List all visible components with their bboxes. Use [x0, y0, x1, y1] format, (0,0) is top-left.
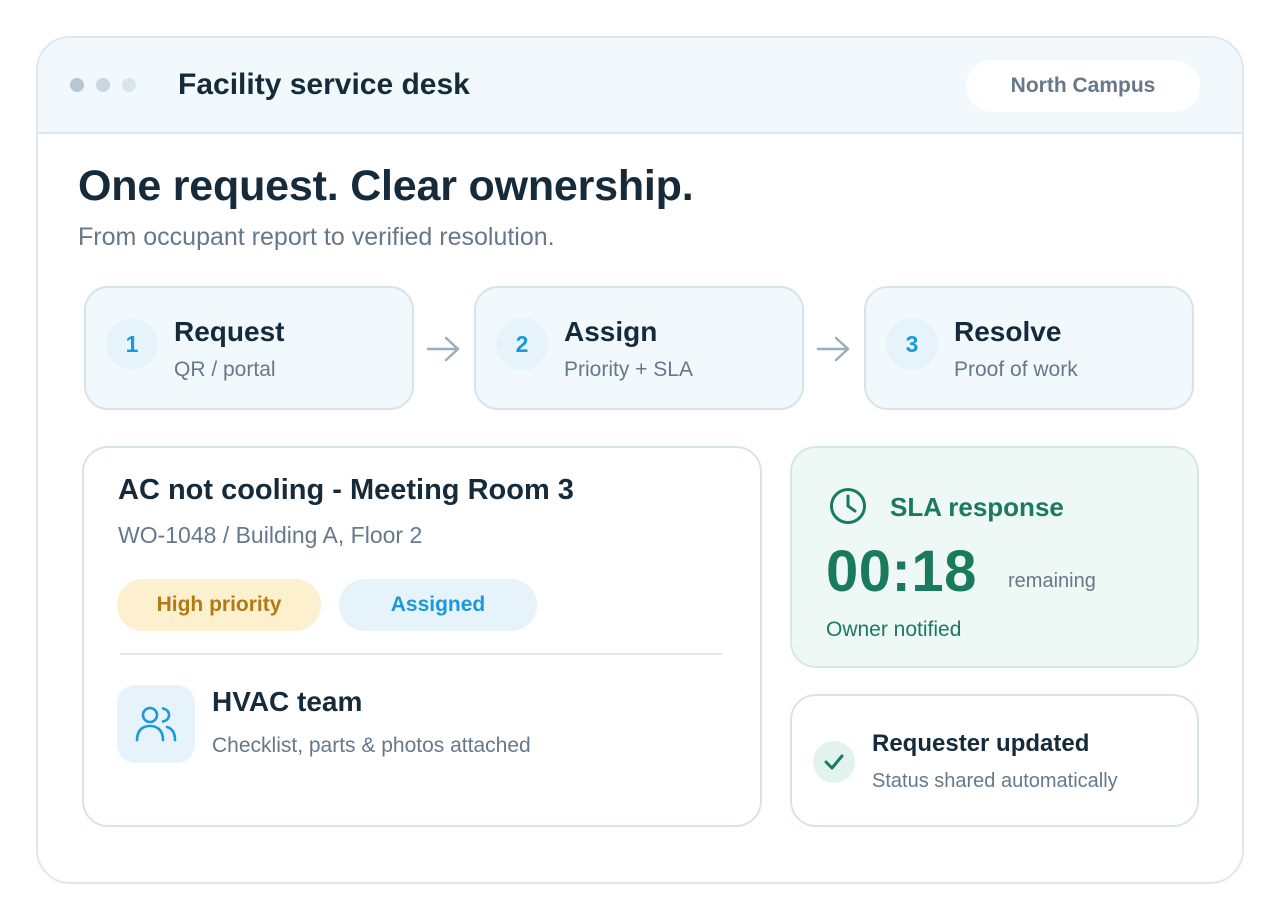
step-label: Resolve: [954, 316, 1062, 347]
requester-update-card: Requester updated Status shared automati…: [790, 694, 1199, 827]
arrow-right-icon: [816, 336, 850, 362]
work-order-meta: WO-1048 / Building A, Floor 2: [118, 522, 423, 548]
window-dot-icon: [70, 78, 84, 92]
status-badge: Assigned: [339, 579, 537, 631]
work-order-card[interactable]: AC not cooling - Meeting Room 3 WO-1048 …: [82, 446, 762, 827]
step-desc: Proof of work: [954, 358, 1078, 381]
sla-countdown: 00:18: [826, 539, 977, 604]
users-icon: [135, 706, 177, 742]
window-dot-icon: [96, 78, 110, 92]
step-label: Request: [174, 316, 285, 347]
arrow-right-icon: [426, 336, 460, 362]
page-title: One request. Clear ownership.: [78, 162, 694, 210]
step-request[interactable]: 1 Request QR / portal: [84, 286, 414, 410]
priority-badge: High priority: [117, 579, 321, 631]
team-name: HVAC team: [212, 686, 363, 717]
check-icon: [824, 754, 844, 770]
sla-card: SLA response 00:18 remaining Owner notif…: [790, 446, 1199, 668]
sla-remaining-label: remaining: [1008, 570, 1096, 592]
page-subtitle: From occupant report to verified resolut…: [78, 223, 555, 251]
step-number: 2: [496, 318, 548, 370]
step-number: 3: [886, 318, 938, 370]
app-title: Facility service desk: [178, 68, 470, 101]
update-title: Requester updated: [872, 730, 1090, 757]
step-resolve[interactable]: 3 Resolve Proof of work: [864, 286, 1194, 410]
campus-selector[interactable]: North Campus: [966, 60, 1200, 112]
clock-icon: [830, 488, 866, 524]
title-bar: Facility service desk North Campus: [38, 38, 1242, 134]
check-badge: [813, 741, 855, 783]
step-assign[interactable]: 2 Assign Priority + SLA: [474, 286, 804, 410]
sla-title: SLA response: [890, 492, 1064, 522]
work-order-title: AC not cooling - Meeting Room 3: [118, 474, 574, 506]
owner-status: Owner notified: [826, 618, 962, 641]
divider: [120, 653, 722, 655]
window-dot-icon: [122, 78, 136, 92]
step-desc: QR / portal: [174, 358, 276, 381]
step-number: 1: [106, 318, 158, 370]
team-avatar: [117, 685, 195, 763]
update-desc: Status shared automatically: [872, 770, 1118, 792]
step-desc: Priority + SLA: [564, 358, 693, 381]
step-label: Assign: [564, 316, 658, 347]
team-desc: Checklist, parts & photos attached: [212, 734, 531, 757]
